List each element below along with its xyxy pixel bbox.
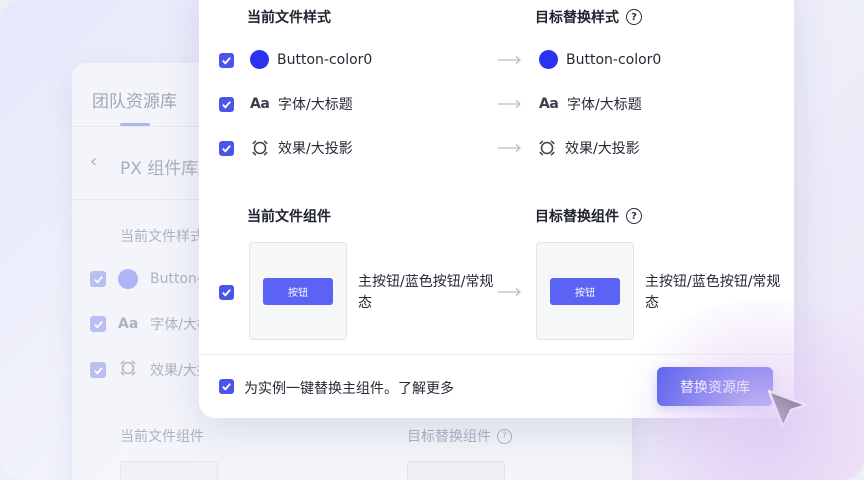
arrow-right-icon xyxy=(498,100,521,108)
current-style-item: Aa 字体/大标题 xyxy=(250,94,353,114)
library-title: PX 组件库 xyxy=(120,159,199,179)
style-row-checkbox[interactable] xyxy=(219,53,234,68)
header-current-styles: 当前文件样式 xyxy=(247,7,331,27)
header-label: 当前文件组件 xyxy=(247,209,331,225)
help-icon[interactable]: ? xyxy=(626,9,642,25)
style-row-checkbox[interactable] xyxy=(219,141,234,156)
current-style-item: Button-color0 xyxy=(250,50,372,69)
arrow-right-icon xyxy=(498,288,521,296)
replace-instances-checkbox[interactable] xyxy=(219,379,234,394)
style-label: 效果/大投影 xyxy=(278,141,353,157)
target-style-item: Button-color0 xyxy=(539,50,661,69)
style-label: Button-color0 xyxy=(277,51,373,68)
style-row-checkbox[interactable] xyxy=(219,97,234,112)
replace-library-dialog: 当前文件样式 目标替换样式 ? Button-color0 Button-col… xyxy=(199,0,794,418)
target-component-name: 主按钮/蓝色按钮/常规态 xyxy=(645,274,781,311)
component-row-checkbox[interactable] xyxy=(219,285,234,300)
checkbox[interactable] xyxy=(90,316,106,332)
header-target-components: 目标替换组件 ? xyxy=(535,206,642,226)
checkbox[interactable] xyxy=(90,362,106,378)
current-style-item: 效果/大投影 xyxy=(250,138,353,158)
target-style-item: Aa 字体/大标题 xyxy=(539,94,642,114)
color-dot-icon xyxy=(250,50,269,69)
effect-icon xyxy=(118,358,138,382)
section-current-styles: 当前文件样式 xyxy=(120,229,204,245)
effect-icon xyxy=(250,138,270,158)
help-icon[interactable]: ? xyxy=(497,428,512,444)
current-component-name: 主按钮/蓝色按钮/常规态 xyxy=(358,274,494,311)
arrow-right-icon xyxy=(498,144,521,152)
target-component-thumbnail: 按钮 xyxy=(536,242,634,340)
effect-icon xyxy=(537,138,557,158)
style-label: 效果/大投影 xyxy=(565,141,640,157)
style-label: Button-color0 xyxy=(566,51,662,68)
section-target-components: 目标替换组件 ? xyxy=(407,426,512,446)
preview-button: 按钮 xyxy=(263,277,333,305)
font-aa-icon: Aa xyxy=(118,316,139,332)
footer-divider xyxy=(199,354,794,355)
color-dot-icon xyxy=(539,50,558,69)
arrow-right-icon xyxy=(498,56,521,64)
preview-button: 按钮 xyxy=(550,277,620,305)
target-style-item: 效果/大投影 xyxy=(537,138,640,158)
replace-library-button[interactable]: 替换资源库 xyxy=(657,367,773,406)
color-dot-icon xyxy=(118,269,138,289)
header-label: 当前文件样式 xyxy=(247,10,331,26)
header-current-components: 当前文件组件 xyxy=(247,206,331,226)
component-thumbnail xyxy=(120,461,218,480)
header-label: 目标替换组件 xyxy=(535,209,619,225)
style-label: 字体/大标题 xyxy=(278,97,353,113)
component-thumbnail xyxy=(407,461,505,480)
app-frame: 团队资源库 ‹ PX 组件库 当前文件样式 Button-color0 Aa 字… xyxy=(0,0,864,480)
header-label: 目标替换样式 xyxy=(535,10,619,26)
font-aa-icon: Aa xyxy=(250,96,270,112)
header-target-styles: 目标替换样式 ? xyxy=(535,7,642,27)
section-label: 目标替换组件 xyxy=(407,429,491,445)
tab-team-library[interactable]: 团队资源库 xyxy=(92,87,177,112)
cursor-icon xyxy=(767,389,808,429)
current-component-thumbnail: 按钮 xyxy=(249,242,347,340)
replace-instances-label[interactable]: 为实例一键替换主组件。了解更多 xyxy=(244,378,454,398)
style-label: 字体/大标题 xyxy=(567,97,642,113)
help-icon[interactable]: ? xyxy=(626,208,642,224)
font-aa-icon: Aa xyxy=(539,96,559,112)
section-current-components: 当前文件组件 xyxy=(120,429,204,445)
checkbox[interactable] xyxy=(90,271,106,287)
chevron-left-icon[interactable]: ‹ xyxy=(90,151,97,172)
